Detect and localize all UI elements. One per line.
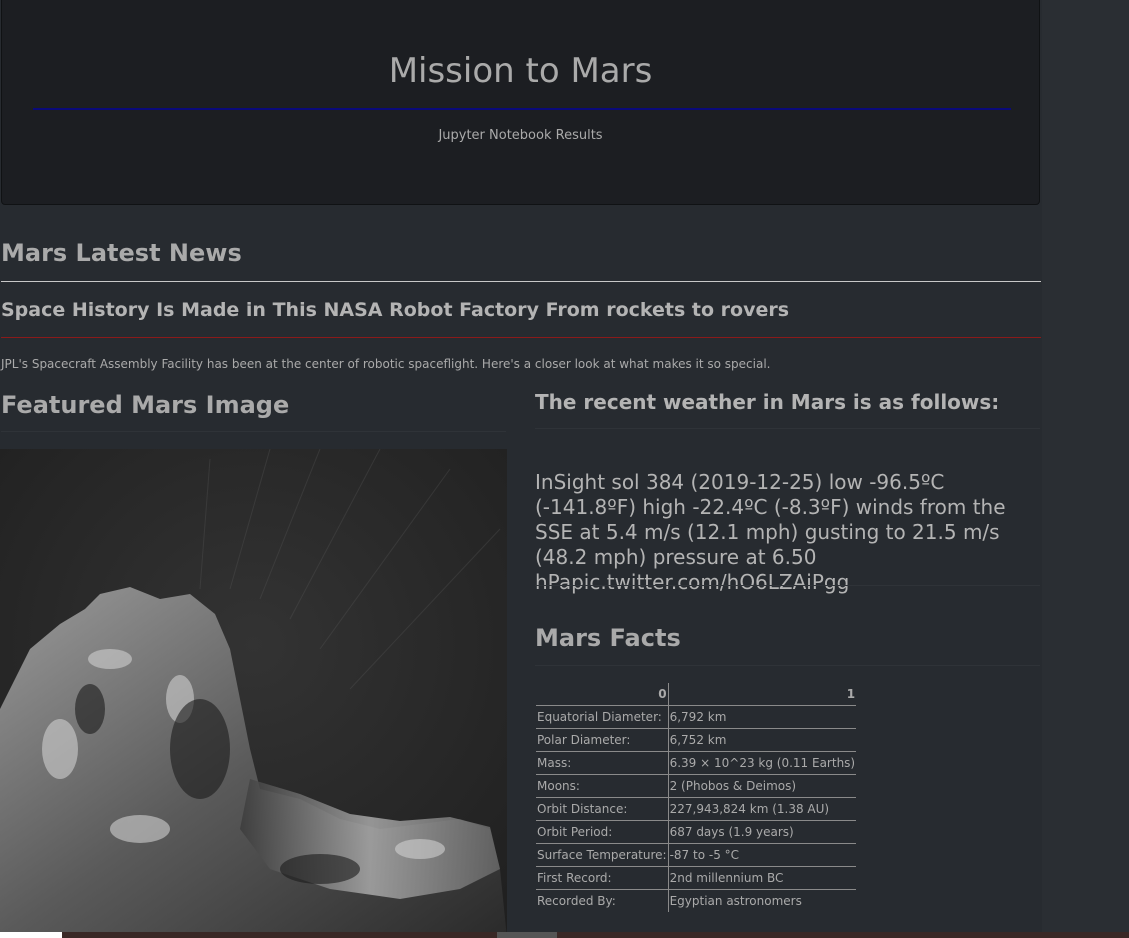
table-row: Mass: 6.39 × 10^23 kg (0.11 Earths) xyxy=(536,751,857,775)
title-divider xyxy=(33,108,1011,110)
table-cell-label: Surface Temperature: xyxy=(536,843,669,867)
header-jumbotron: Mission to Mars Jupyter Notebook Results xyxy=(1,0,1040,205)
table-cell-label: Moons: xyxy=(536,774,669,798)
table-cell-label: Orbit Period: xyxy=(536,820,669,844)
page-margin xyxy=(1042,0,1129,938)
table-cell-value: 6,792 km xyxy=(668,705,857,729)
featured-divider xyxy=(1,431,506,432)
scrollbar-segment xyxy=(0,932,62,938)
news-paragraph: JPL's Spacecraft Assembly Facility has b… xyxy=(1,357,771,371)
table-cell-label: Polar Diameter: xyxy=(536,728,669,752)
news-heading: Mars Latest News xyxy=(1,239,242,267)
table-cell-value: 6.39 × 10^23 kg (0.11 Earths) xyxy=(668,751,857,775)
table-cell-value: 227,943,824 km (1.38 AU) xyxy=(668,797,857,821)
horizontal-scrollbar[interactable] xyxy=(0,932,1129,938)
weather-divider xyxy=(535,428,1040,429)
news-title: Space History Is Made in This NASA Robot… xyxy=(1,299,790,321)
table-cell-value: 6,752 km xyxy=(668,728,857,752)
table-cell-value: -87 to -5 °C xyxy=(668,843,857,867)
table-row: Equatorial Diameter: 6,792 km xyxy=(536,705,857,729)
weather-bottom-divider xyxy=(535,585,1040,586)
news-divider xyxy=(1,281,1041,282)
table-cell-label: Mass: xyxy=(536,751,669,775)
table-cell-label: Equatorial Diameter: xyxy=(536,705,669,729)
table-header-cell: 1 xyxy=(668,683,857,706)
table-cell-value: 2nd millennium BC xyxy=(668,866,857,890)
table-row: First Record: 2nd millennium BC xyxy=(536,866,857,890)
table-row: Orbit Period: 687 days (1.9 years) xyxy=(536,820,857,844)
table-row: Polar Diameter: 6,752 km xyxy=(536,728,857,752)
news-title-divider xyxy=(1,337,1041,338)
table-row: Surface Temperature: -87 to -5 °C xyxy=(536,843,857,867)
page-title: Mission to Mars xyxy=(388,51,653,91)
weather-text: InSight sol 384 (2019-12-25) low -96.5ºC… xyxy=(535,470,1006,594)
table-row: Recorded By: Egyptian astronomers xyxy=(536,889,856,912)
page: Mission to Mars Jupyter Notebook Results… xyxy=(0,0,1129,938)
weather-heading: The recent weather in Mars is as follows… xyxy=(535,390,1000,414)
comet-photo-icon xyxy=(0,449,507,938)
scrollbar-thumb[interactable] xyxy=(497,932,557,938)
facts-divider xyxy=(535,665,1040,666)
table-header-row: 0 1 xyxy=(536,683,857,706)
table-cell-label: First Record: xyxy=(536,866,669,890)
table-cell-label: Recorded By: xyxy=(536,889,669,912)
table-header-cell: 0 xyxy=(536,683,669,706)
page-subtitle: Jupyter Notebook Results xyxy=(438,128,603,143)
table-cell-value: 2 (Phobos & Deimos) xyxy=(668,774,857,798)
table-cell-value: Egyptian astronomers xyxy=(669,894,802,908)
featured-image-heading: Featured Mars Image xyxy=(1,391,290,419)
facts-heading: Mars Facts xyxy=(535,624,681,652)
table-row: Moons: 2 (Phobos & Deimos) xyxy=(536,774,857,798)
facts-table: 0 1 Equatorial Diameter: 6,792 km Polar … xyxy=(536,683,857,912)
table-row: Orbit Distance: 227,943,824 km (1.38 AU) xyxy=(536,797,857,821)
table-cell-value: 687 days (1.9 years) xyxy=(668,820,857,844)
table-cell-label: Orbit Distance: xyxy=(536,797,669,821)
featured-image xyxy=(0,449,507,938)
